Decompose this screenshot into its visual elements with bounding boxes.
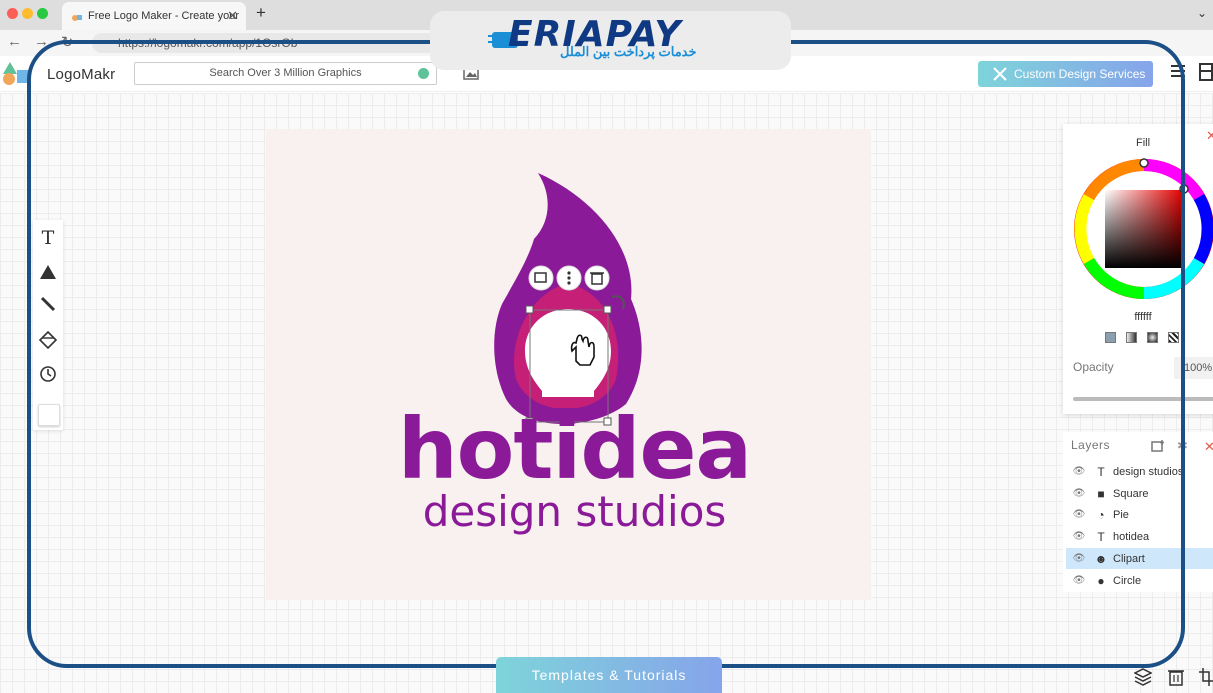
maximize-window-button[interactable]: [37, 8, 48, 19]
layers-stack-icon[interactable]: [1134, 668, 1152, 686]
trash-icon[interactable]: [1168, 668, 1184, 686]
close-tab-icon[interactable]: ✕: [227, 8, 238, 24]
panel-toggle-icon[interactable]: [1199, 63, 1213, 81]
new-tab-icon[interactable]: +: [256, 3, 266, 23]
close-fill-panel-icon[interactable]: ✕: [1206, 128, 1213, 144]
templates-tutorials-button[interactable]: Templates & Tutorials: [496, 657, 722, 693]
chevron-down-icon[interactable]: ⌄: [1197, 6, 1207, 20]
back-icon[interactable]: ←: [7, 33, 22, 50]
watermark-tagline: خدمات پرداخت بین الملل: [560, 44, 697, 59]
close-layers-icon[interactable]: ✕: [1204, 439, 1213, 455]
watermark-frame: [27, 40, 1185, 668]
favicon-icon: [72, 15, 82, 21]
crop-icon[interactable]: [1199, 668, 1213, 686]
tab-title: Free Logo Maker - Create your: [88, 10, 240, 22]
browser-tab[interactable]: Free Logo Maker - Create your ✕: [62, 2, 246, 30]
minimize-window-button[interactable]: [22, 8, 33, 19]
close-window-button[interactable]: [7, 8, 18, 19]
